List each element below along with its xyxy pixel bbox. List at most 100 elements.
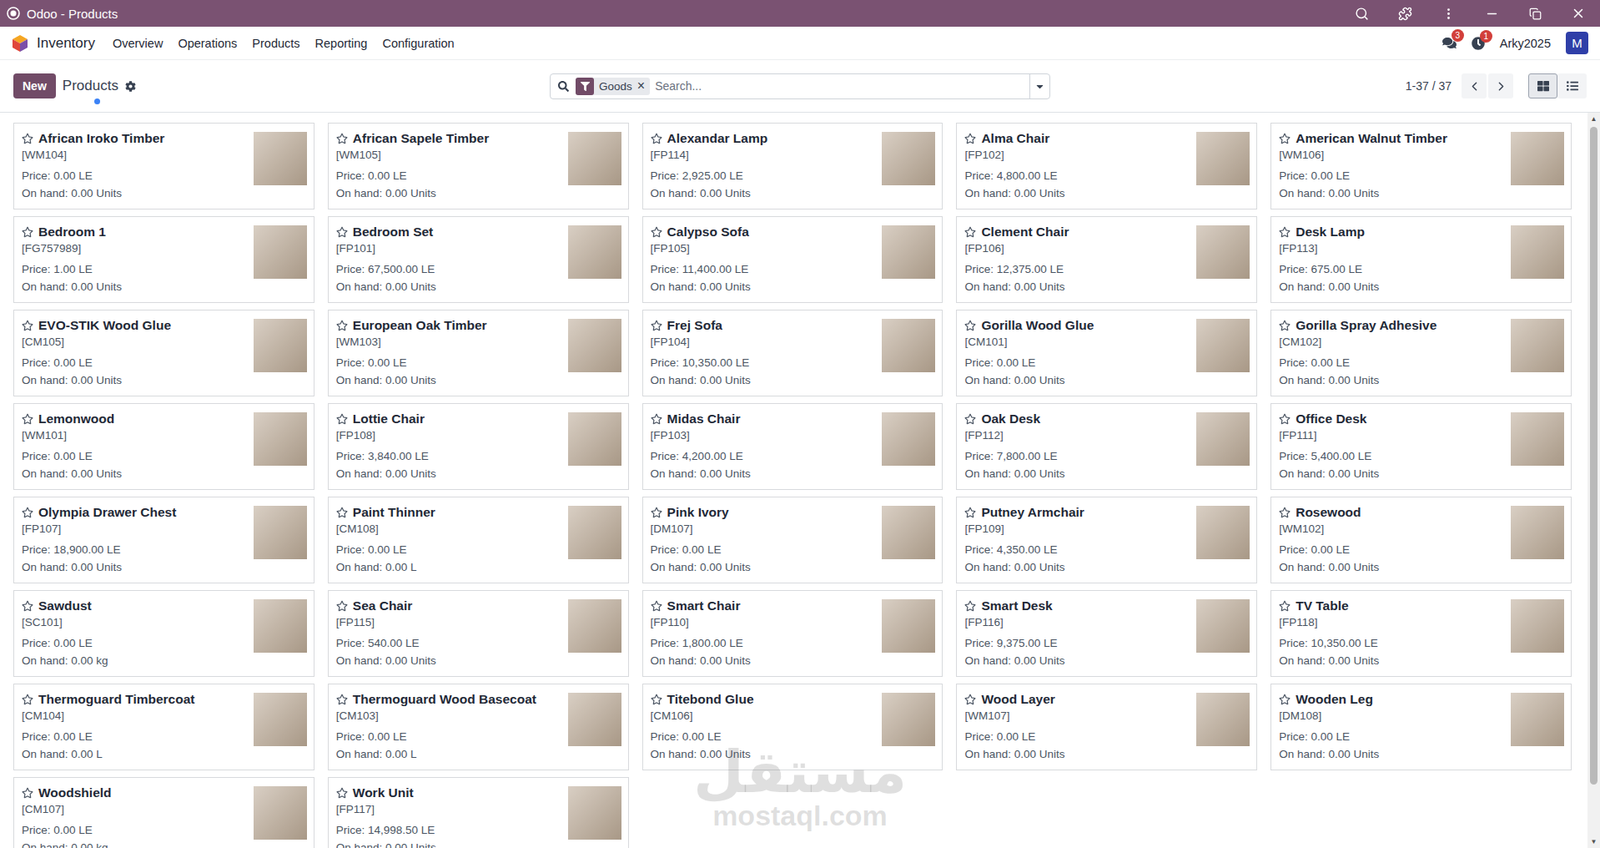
- product-card[interactable]: Alexandar Lamp[FP114]Price: 2,925.00 LEO…: [642, 122, 944, 210]
- star-icon[interactable]: [964, 412, 977, 425]
- product-card[interactable]: Sawdust[SC101]Price: 0.00 LEOn hand: 0.0…: [13, 589, 315, 677]
- messages-button[interactable]: 3: [1442, 35, 1457, 51]
- scroll-down[interactable]: ▼: [1587, 835, 1600, 848]
- favorite-star[interactable]: [336, 132, 348, 145]
- star-icon[interactable]: [964, 319, 977, 332]
- favorite-star[interactable]: [650, 319, 663, 332]
- star-icon[interactable]: [1278, 319, 1291, 332]
- product-card[interactable]: Sea Chair[FP115]Price: 540.00 LEOn hand:…: [327, 589, 629, 677]
- favorite-star[interactable]: [21, 693, 34, 705]
- product-card[interactable]: Bedroom 1[FG757989]Price: 1.00 LEOn hand…: [13, 216, 315, 303]
- favorite-star[interactable]: [650, 693, 663, 705]
- star-icon[interactable]: [21, 319, 34, 332]
- star-icon[interactable]: [336, 599, 348, 612]
- product-card[interactable]: Wooden Leg[DM108]Price: 0.00 LEOn hand: …: [1270, 683, 1572, 770]
- menu-item[interactable]: Configuration: [374, 36, 462, 51]
- star-icon[interactable]: [964, 226, 977, 238]
- search-icon[interactable]: [558, 80, 569, 92]
- favorite-star[interactable]: [964, 226, 977, 238]
- product-card[interactable]: Paint Thinner[CM108]Price: 0.00 LEOn han…: [327, 496, 629, 584]
- favorite-star[interactable]: [650, 599, 663, 612]
- star-icon[interactable]: [1278, 693, 1291, 705]
- minimize-icon[interactable]: [1484, 6, 1500, 21]
- chevron-left-icon[interactable]: [1467, 79, 1482, 94]
- star-icon[interactable]: [336, 412, 348, 425]
- extensions-button[interactable]: [1383, 0, 1427, 27]
- favorite-star[interactable]: [650, 226, 663, 238]
- favorite-star[interactable]: [964, 319, 977, 332]
- favorite-star[interactable]: [336, 599, 348, 612]
- star-icon[interactable]: [964, 599, 977, 612]
- favorite-star[interactable]: [1278, 693, 1291, 705]
- favorite-star[interactable]: [336, 786, 348, 799]
- product-card[interactable]: EVO-STIK Wood Glue[CM105]Price: 0.00 LEO…: [13, 309, 315, 397]
- pager-value[interactable]: 1-37 / 37: [1405, 79, 1452, 93]
- product-card[interactable]: Work Unit[FP117]Price: 14,998.50 LEOn ha…: [327, 776, 629, 848]
- star-icon[interactable]: [336, 506, 348, 519]
- chevron-right-icon[interactable]: [1494, 79, 1509, 94]
- product-card[interactable]: Bedroom Set[FP101]Price: 67,500.00 LEOn …: [327, 216, 629, 303]
- scroll-thumb[interactable]: [1589, 126, 1598, 785]
- kanban-icon[interactable]: [1537, 80, 1550, 92]
- product-card[interactable]: European Oak Timber[WM103]Price: 0.00 LE…: [327, 309, 629, 397]
- favorite-star[interactable]: [21, 319, 34, 332]
- scrollbar[interactable]: ▲▼: [1587, 112, 1600, 848]
- minimize-button[interactable]: [1469, 0, 1514, 27]
- favorite-star[interactable]: [1278, 412, 1291, 425]
- product-card[interactable]: Pink Ivory[DM107]Price: 0.00 LEOn hand: …: [642, 496, 944, 584]
- kebab-icon[interactable]: [1441, 6, 1456, 21]
- favorite-star[interactable]: [1278, 599, 1291, 612]
- product-card[interactable]: African Sapele Timber[WM105]Price: 0.00 …: [327, 122, 629, 210]
- star-icon[interactable]: [650, 412, 663, 425]
- product-card[interactable]: American Walnut Timber[WM106]Price: 0.00…: [1270, 122, 1572, 210]
- search-input[interactable]: [653, 78, 1030, 94]
- list-view-button[interactable]: [1557, 73, 1587, 99]
- star-icon[interactable]: [964, 132, 977, 145]
- star-icon[interactable]: [1278, 132, 1291, 145]
- product-card[interactable]: Rosewood[WM102]Price: 0.00 LEOn hand: 0.…: [1270, 496, 1572, 584]
- star-icon[interactable]: [21, 412, 34, 425]
- star-icon[interactable]: [336, 226, 348, 238]
- pager-next[interactable]: [1488, 73, 1514, 99]
- star-icon[interactable]: [964, 506, 977, 519]
- star-icon[interactable]: [650, 132, 663, 145]
- star-icon[interactable]: [1278, 506, 1291, 519]
- product-card[interactable]: Thermoguard Timbercoat[CM104]Price: 0.00…: [13, 683, 315, 770]
- favorite-star[interactable]: [336, 412, 348, 425]
- product-card[interactable]: Oak Desk[FP112]Price: 7,800.00 LEOn hand…: [955, 402, 1258, 490]
- search-button[interactable]: [1339, 0, 1384, 27]
- product-card[interactable]: Olympia Drawer Chest[FP107]Price: 18,900…: [13, 496, 315, 584]
- product-card[interactable]: Thermoguard Wood Basecoat[CM103]Price: 0…: [327, 683, 629, 770]
- favorite-star[interactable]: [964, 693, 977, 705]
- favorite-star[interactable]: [964, 412, 977, 425]
- restore-button[interactable]: [1513, 0, 1557, 27]
- favorite-star[interactable]: [21, 786, 34, 799]
- search-icon-box[interactable]: [550, 80, 576, 92]
- product-card[interactable]: Alma Chair[FP102]Price: 4,800.00 LEOn ha…: [955, 122, 1258, 210]
- favorite-star[interactable]: [964, 599, 977, 612]
- favorite-star[interactable]: [21, 412, 34, 425]
- product-card[interactable]: Gorilla Spray Adhesive[CM102]Price: 0.00…: [1270, 309, 1572, 397]
- scroll-up[interactable]: ▲: [1587, 112, 1600, 126]
- company-name[interactable]: Arky2025: [1499, 36, 1551, 51]
- favorite-star[interactable]: [21, 132, 34, 145]
- product-card[interactable]: Frej Sofa[FP104]Price: 10,350.00 LEOn ha…: [642, 309, 944, 397]
- favorite-star[interactable]: [336, 506, 348, 519]
- menu-item[interactable]: Reporting: [307, 36, 376, 51]
- favorite-star[interactable]: [650, 506, 663, 519]
- product-card[interactable]: TV Table[FP118]Price: 10,350.00 LEOn han…: [1270, 589, 1572, 677]
- product-card[interactable]: Office Desk[FP111]Price: 5,400.00 LEOn h…: [1270, 402, 1572, 490]
- favorite-star[interactable]: [21, 599, 34, 612]
- menu-button[interactable]: [1426, 0, 1470, 27]
- favorite-star[interactable]: [964, 506, 977, 519]
- menu-item[interactable]: Operations: [170, 36, 245, 51]
- star-icon[interactable]: [21, 132, 34, 145]
- app-name[interactable]: Inventory: [36, 35, 96, 52]
- favorite-star[interactable]: [1278, 506, 1291, 519]
- product-card[interactable]: Midas Chair[FP103]Price: 4,200.00 LEOn h…: [642, 402, 944, 490]
- gear-icon[interactable]: [125, 80, 136, 92]
- menu-item[interactable]: Overview: [105, 36, 171, 51]
- product-card[interactable]: Smart Chair[FP110]Price: 1,800.00 LEOn h…: [642, 589, 944, 677]
- search-icon[interactable]: [1354, 6, 1369, 21]
- scroll-track[interactable]: [1587, 125, 1600, 836]
